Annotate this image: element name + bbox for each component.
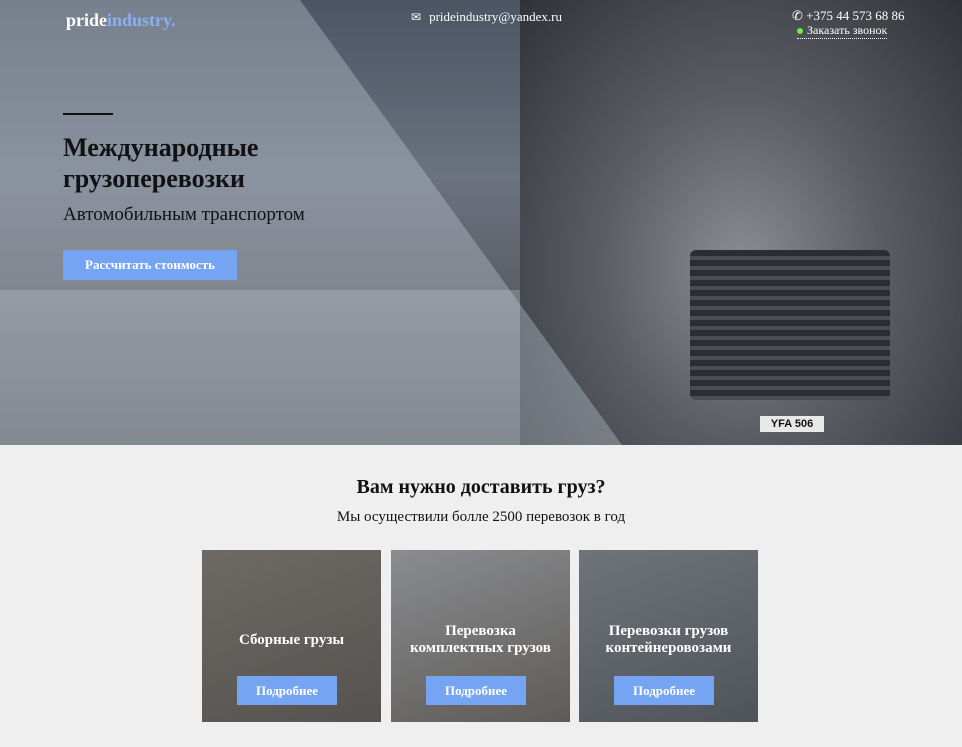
mail-icon: ✉ — [411, 9, 422, 24]
truck-grille — [690, 250, 890, 400]
details-button[interactable]: Подробнее — [426, 676, 526, 705]
section-lead: Мы осуществили болле 2500 перевозок в го… — [336, 509, 626, 525]
details-button[interactable]: Подробнее — [614, 676, 714, 705]
callback-link[interactable]: Заказать звонок — [797, 23, 888, 39]
hero-subtitle: Автомобильным транспортом — [63, 204, 305, 225]
card-containers: Перевозки грузов контейнеровозами Подроб… — [579, 550, 758, 722]
license-plate: YFA 506 — [760, 416, 824, 432]
title-divider — [63, 113, 113, 115]
phone-icon: ✆ — [792, 8, 803, 23]
hero-title: Международные грузоперевозки — [63, 133, 259, 193]
hero-banner: YFA 506 prideindustry. ✉ prideindustry@ya… — [0, 0, 962, 445]
card-title: Перевозки грузов контейнеровозами — [605, 623, 732, 656]
card-consolidated: Сборные грузы Подробнее — [202, 550, 381, 722]
logo[interactable]: prideindustry. — [66, 10, 176, 31]
section-title: Вам нужно доставить груз? — [356, 476, 606, 498]
details-button[interactable]: Подробнее — [237, 676, 337, 705]
card-title: Сборные грузы — [238, 631, 345, 648]
calculate-cost-button[interactable]: Рассчитать стоимость — [63, 250, 237, 280]
phone-link[interactable]: ✆ +375 44 573 68 86 — [792, 8, 905, 24]
status-dot-icon — [797, 27, 803, 34]
card-complete: Перевозка комплектных грузов Подробнее — [391, 550, 570, 722]
card-title: Перевозка комплектных грузов — [410, 623, 551, 656]
email-link[interactable]: ✉ prideindustry@yandex.ru — [411, 9, 562, 25]
